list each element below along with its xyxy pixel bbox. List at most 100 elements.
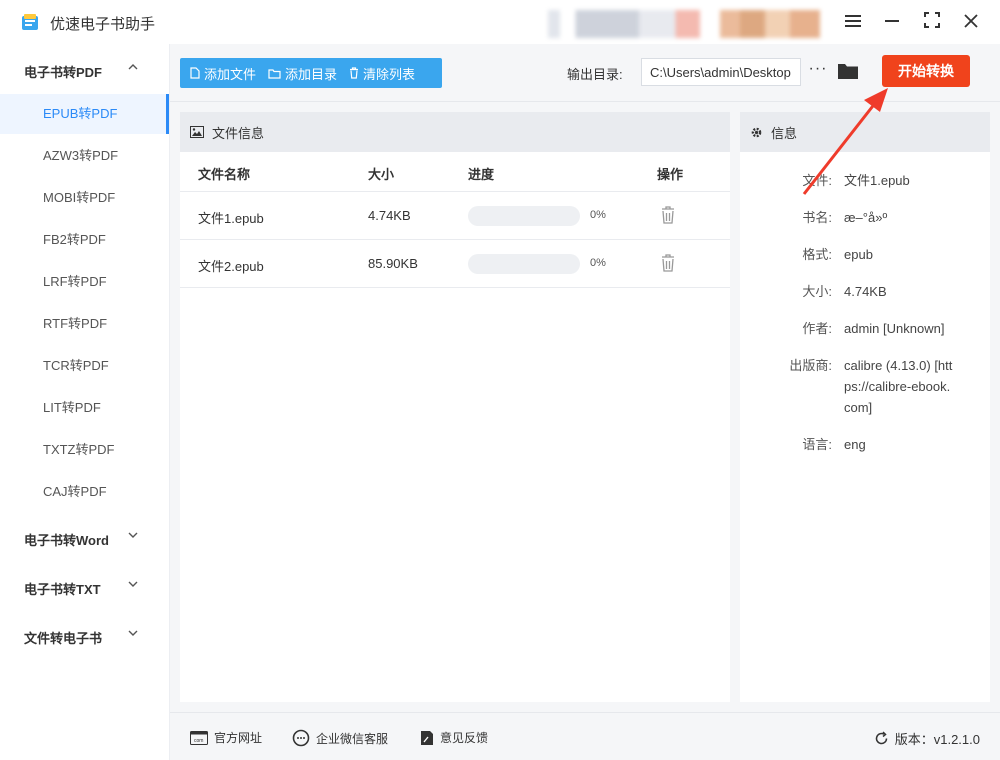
chevron-down-icon (128, 530, 138, 542)
footer: com 官方网址 企业微信客服 意见反馈 版本：v1.2.1.0 (170, 712, 1000, 760)
file-table-header: 文件名称 大小 进度 操作 (180, 152, 730, 192)
progress-bar (468, 254, 580, 274)
sidebar-item-rtf-to-pdf[interactable]: RTF转PDF (0, 304, 169, 344)
folder-icon[interactable] (837, 62, 859, 80)
close-icon[interactable] (959, 10, 983, 34)
info-label: 大小: (802, 284, 832, 299)
add-file-button[interactable]: 添加文件 (190, 64, 256, 83)
file-action-group: 添加文件 添加目录 清除列表 (180, 58, 442, 88)
image-icon (190, 126, 204, 138)
sidebar-item-lit-to-pdf[interactable]: LIT转PDF (0, 388, 169, 428)
sidebar-item-azw3-to-pdf[interactable]: AZW3转PDF (0, 136, 169, 176)
more-options-button[interactable]: ··· (808, 60, 828, 78)
output-dir-field[interactable]: C:\Users\admin\Desktop (641, 58, 801, 86)
info-value: æ–°å»º (844, 210, 888, 225)
feedback-label: 意见反馈 (440, 731, 489, 745)
chevron-down-icon (128, 628, 138, 640)
sidebar-group-label: 电子书转TXT (24, 582, 101, 597)
sidebar-item-caj-to-pdf[interactable]: CAJ转PDF (0, 472, 169, 512)
info-panel-header: 信息 (740, 112, 990, 152)
maximize-icon[interactable] (920, 10, 944, 34)
sidebar-group-label: 文件转电子书 (24, 631, 103, 646)
chevron-down-icon (128, 579, 138, 591)
output-dir-label: 输出目录: (567, 67, 623, 82)
version-info[interactable]: 版本：v1.2.1.0 (874, 729, 980, 748)
blurred-avatar-area (720, 10, 820, 38)
clear-list-label: 清除列表 (363, 66, 416, 82)
start-convert-button[interactable]: 开始转换 (882, 55, 970, 87)
info-label: 出版商: (789, 358, 832, 373)
file-list-panel: 文件信息 文件名称 大小 进度 操作 文件1.epub 4.74KB 0% 文件… (180, 112, 730, 702)
trash-icon (350, 67, 359, 79)
info-value: 文件1.epub (844, 173, 910, 188)
feedback-link[interactable]: 意见反馈 (420, 729, 488, 746)
sidebar-item-lrf-to-pdf[interactable]: LRF转PDF (0, 262, 169, 302)
file-size: 4.74KB (368, 208, 411, 223)
sidebar-group-file-to-ebook[interactable]: 文件转电子书 (24, 628, 144, 647)
info-label: 文件: (802, 173, 832, 188)
column-name: 文件名称 (198, 167, 251, 182)
table-row[interactable]: 文件2.epub 85.90KB 0% (180, 240, 730, 288)
progress-bar (468, 206, 580, 226)
sidebar-item-tcr-to-pdf[interactable]: TCR转PDF (0, 346, 169, 386)
info-value: admin [Unknown] (844, 321, 945, 336)
sidebar-item-epub-to-pdf[interactable]: EPUB转PDF (0, 94, 169, 134)
wechat-service-label: 企业微信客服 (316, 731, 389, 746)
refresh-icon (875, 731, 887, 745)
info-value: eng (844, 437, 866, 452)
info-label: 作者: (802, 321, 832, 336)
info-label: 书名: (802, 210, 832, 225)
column-size: 大小 (368, 167, 395, 182)
add-directory-button[interactable]: 添加目录 (268, 64, 337, 83)
column-action: 操作 (657, 167, 684, 182)
file-panel-title: 文件信息 (212, 125, 265, 141)
feedback-icon (421, 730, 433, 745)
info-value: 4.74KB (844, 284, 887, 299)
file-size: 85.90KB (368, 256, 418, 271)
title-bar: 优速电子书助手 (0, 0, 1000, 44)
sidebar-item-mobi-to-pdf[interactable]: MOBI转PDF (0, 178, 169, 218)
info-panel: 信息 文件: 文件1.epub 书名: æ–°å»º 格式: epub 大小: … (740, 112, 990, 702)
sidebar-item-txtz-to-pdf[interactable]: TXTZ转PDF (0, 430, 169, 470)
minimize-icon[interactable] (880, 10, 904, 34)
app-title: 优速电子书助手 (50, 16, 156, 33)
info-label: 语言: (802, 437, 832, 452)
sidebar-item-fb2-to-pdf[interactable]: FB2转PDF (0, 220, 169, 260)
sidebar-group-ebook-to-txt[interactable]: 电子书转TXT (24, 579, 144, 598)
sidebar-group-label: 电子书转Word (24, 533, 109, 548)
sidebar: 电子书转PDF EPUB转PDF AZW3转PDF MOBI转PDF FB2转P… (0, 44, 170, 760)
delete-icon[interactable] (660, 205, 676, 225)
info-panel-title: 信息 (771, 125, 798, 141)
delete-icon[interactable] (660, 253, 676, 273)
column-progress: 进度 (468, 167, 495, 182)
sidebar-group-ebook-to-word[interactable]: 电子书转Word (24, 530, 144, 549)
chevron-up-icon (128, 62, 138, 74)
sidebar-group-label: 电子书转PDF (24, 65, 103, 80)
website-icon: com (190, 730, 208, 745)
blurred-account-area (548, 10, 700, 38)
official-website-link[interactable]: com 官方网址 (190, 729, 262, 746)
menu-icon[interactable] (841, 10, 865, 34)
add-file-label: 添加文件 (204, 66, 257, 82)
gear-icon (751, 127, 762, 137)
file-name: 文件2.epub (198, 259, 264, 274)
progress-percent: 0% (590, 257, 606, 269)
svg-text:com: com (194, 738, 203, 744)
official-website-label: 官方网址 (214, 731, 263, 745)
app-logo-icon (22, 14, 38, 30)
progress-percent: 0% (590, 209, 606, 221)
info-label: 格式: (802, 247, 832, 262)
folder-outline-icon (268, 68, 281, 79)
version-label: 版本：v1.2.1.0 (894, 732, 980, 747)
sidebar-group-ebook-to-pdf[interactable]: 电子书转PDF (24, 62, 144, 81)
clear-list-button[interactable]: 清除列表 (349, 64, 415, 83)
file-name: 文件1.epub (198, 211, 264, 226)
chat-icon (292, 729, 310, 747)
wechat-service-link[interactable]: 企业微信客服 (292, 729, 388, 747)
toolbar: 添加文件 添加目录 清除列表 输出目录: C:\Users\admin\Desk… (170, 44, 1000, 102)
add-directory-label: 添加目录 (285, 66, 338, 82)
table-row[interactable]: 文件1.epub 4.74KB 0% (180, 192, 730, 240)
file-icon (190, 67, 200, 79)
file-panel-header: 文件信息 (180, 112, 730, 152)
info-value: epub (844, 247, 873, 262)
